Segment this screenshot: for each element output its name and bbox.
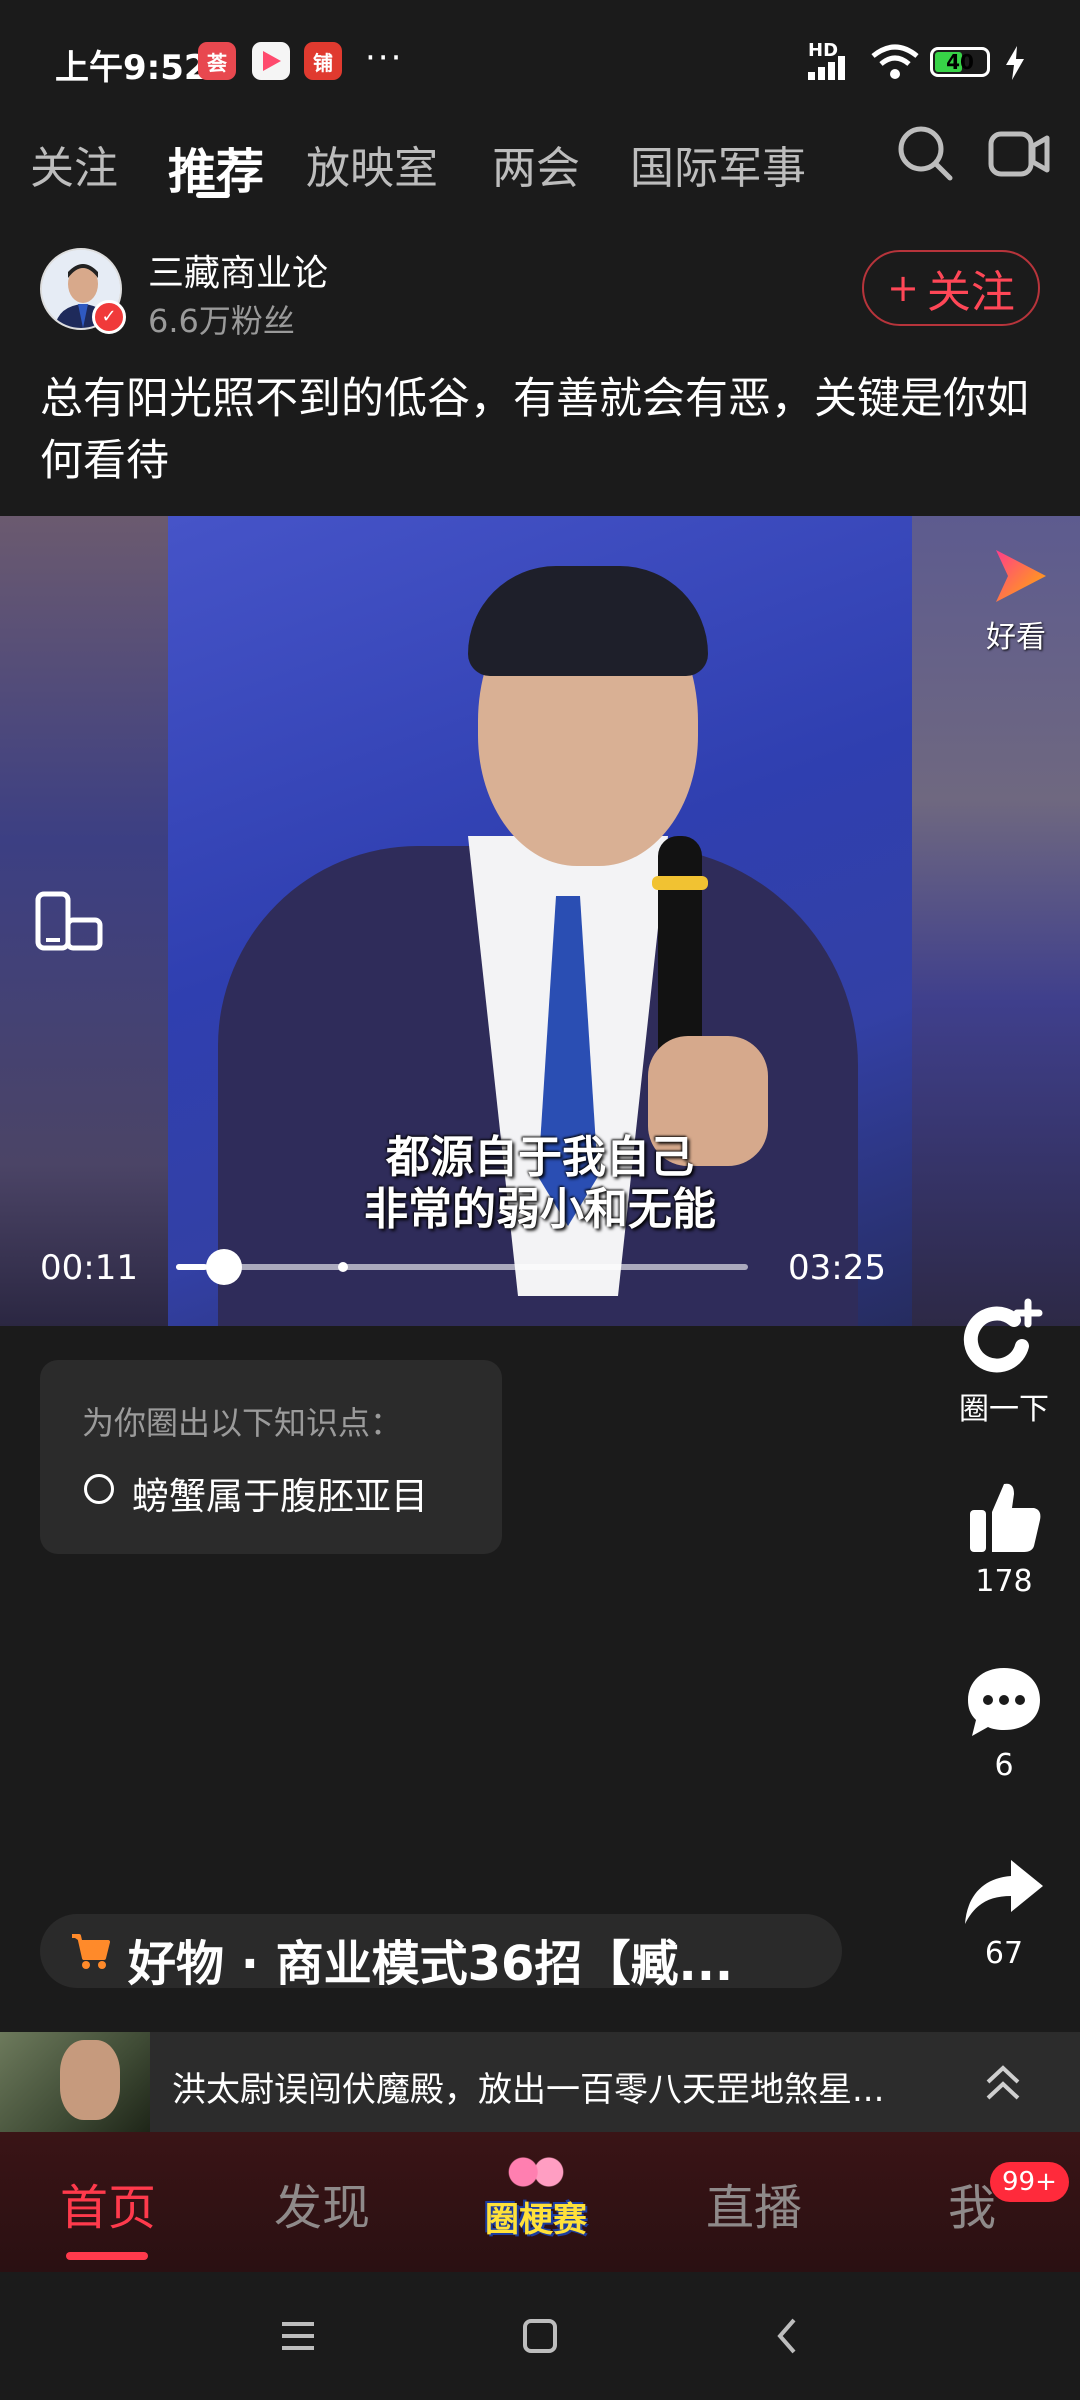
microphone-ring [652,876,708,890]
tab-follow[interactable]: 关注 [30,132,118,196]
nav-live[interactable]: 直播 [706,2168,802,2238]
notification-badge: 99+ [990,2162,1069,2202]
video-subtitle: 都源自于我自己 非常的弱小和无能 [168,1132,912,1236]
more-notifications-icon: ··· [365,38,404,78]
speaker-hair [468,566,708,676]
video-player[interactable]: 都源自于我自己 非常的弱小和无能 [0,516,1080,1326]
thumbnail-figure [60,2040,120,2120]
shopping-cart-icon [72,1934,110,1969]
mini-player-thumbnail[interactable] [0,2032,150,2132]
mini-player-title[interactable]: 洪太尉误闯伏魔殿，放出一百零八天罡地煞星... [172,2062,932,2111]
tab-theater[interactable]: 放映室 [306,132,438,196]
like-count: 178 [975,1564,1033,1599]
menu-icon[interactable] [278,2316,318,2356]
share-arrow-icon [965,1860,1043,1924]
author-name[interactable]: 三藏商业论 [148,244,328,296]
status-bar: 上午9:52 荟 铺 ··· HD 40 [0,0,1080,100]
circle-plus-icon [963,1298,1043,1373]
app-notification-icon: 荟 [198,42,236,80]
signal-icon [808,56,845,80]
tab-active-indicator [196,192,230,198]
system-nav-bar [0,2272,1080,2400]
share-button[interactable]: 67 [944,1856,1064,1971]
nav-home[interactable]: 首页 [60,2168,156,2238]
circle-action-button[interactable]: 圈一下 [944,1296,1064,1428]
rotate-screen-icon[interactable] [34,890,104,954]
progress-marker [338,1262,348,1272]
nav-center-event[interactable]: 圈梗赛 [474,2154,598,2254]
home-square-icon[interactable] [520,2316,560,2356]
circle-action-label: 圈一下 [959,1392,1049,1427]
haokan-logo-icon [996,550,1046,602]
comment-count: 6 [994,1748,1014,1783]
share-count: 67 [984,1936,1024,1971]
progress-bar[interactable] [176,1264,748,1270]
camera-icon[interactable] [988,126,1050,182]
follow-button-label: 关注 [926,267,1015,318]
mini-player[interactable]: 洪太尉误闯伏魔殿，放出一百零八天罡地煞星... [0,2032,1080,2132]
comment-icon [968,1668,1040,1736]
follow-plus-icon: + [887,266,919,310]
video-app-icon [252,42,290,80]
battery-level: 40 [946,50,974,74]
haokan-watermark: 好看 [986,620,1046,655]
author-fans-count: 6.6万粉丝 [148,302,295,340]
progress-fill [176,1264,207,1270]
verified-badge-icon: ✓ [92,300,126,334]
charging-icon [1006,46,1024,80]
thumbs-up-icon [970,1483,1041,1552]
search-icon[interactable] [896,124,954,184]
knowledge-card[interactable]: 为你圈出以下知识点： 螃蟹属于腹胚亚目 [40,1360,502,1554]
tab-two-sessions[interactable]: 两会 [492,132,580,196]
goods-title: 好物 · 商业模式36招【臧... [128,1936,734,1992]
nav-me[interactable]: 我 [948,2168,996,2238]
total-time: 03:25 [788,1248,886,1288]
flower-icon [504,2154,568,2190]
nav-center-label: 圈梗赛 [485,2200,587,2240]
video-caption: 总有阳光照不到的低谷，有善就会有恶，关键是你如何看待 [40,374,1029,486]
radio-circle-icon[interactable] [84,1474,114,1504]
goods-bar[interactable]: 好物 · 商业模式36招【臧... [40,1914,842,1992]
knowledge-title: 为你圈出以下知识点： [82,1404,403,1442]
progress-thumb[interactable] [206,1249,242,1285]
chevron-up-double-icon[interactable] [980,2058,1026,2106]
battery-icon: 40 [930,47,990,77]
comment-button[interactable]: 6 [944,1664,1064,1783]
status-time: 上午9:52 [55,48,208,88]
subtitle-line-2: 非常的弱小和无能 [364,1184,716,1235]
subtitle-line-1: 都源自于我自己 [386,1132,694,1183]
knowledge-item[interactable]: 螃蟹属于腹胚亚目 [132,1466,428,1520]
current-time: 00:11 [40,1248,138,1288]
nav-discover[interactable]: 发现 [274,2168,370,2238]
back-icon[interactable] [768,2316,808,2356]
nav-active-indicator [66,2252,148,2260]
shop-app-icon: 铺 [304,42,342,80]
follow-button[interactable]: + 关注 [862,250,1040,326]
like-button[interactable]: 178 [944,1478,1064,1599]
wifi-icon [871,44,919,79]
tab-military[interactable]: 国际军事 [630,132,806,196]
bottom-nav: 首页 发现 圈梗赛 直播 我 99+ [0,2132,1080,2272]
top-tabs: 关注 推荐 放映室 两会 国际军事 [0,120,1080,210]
